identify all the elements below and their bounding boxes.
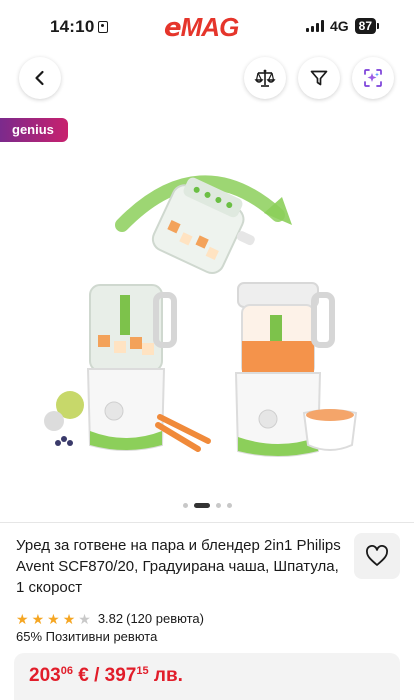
divider [0, 522, 414, 523]
star-icon: ★ [31, 610, 45, 627]
logo-mag: MAG [180, 12, 240, 42]
funnel-icon [310, 70, 328, 86]
compare-button[interactable] [244, 57, 286, 99]
price-bgn-dec: 15 [136, 665, 149, 677]
carousel-dot[interactable] [215, 503, 221, 508]
filter-button[interactable] [298, 57, 340, 99]
blender-left-graphic [44, 284, 211, 452]
product-title: Уред за готвене на пара и блендер 2in1 P… [16, 537, 341, 596]
back-button[interactable] [19, 57, 61, 99]
sparkle-icon [364, 69, 382, 87]
carousel-dot[interactable] [226, 503, 232, 508]
rating-value: 3.82 [97, 611, 124, 626]
network-label: 4G [329, 18, 349, 34]
product-illustration [44, 175, 358, 457]
price-eur-dec: 06 [60, 665, 73, 677]
product-image[interactable] [30, 155, 384, 475]
star-icon: ★ [62, 610, 76, 627]
carousel-dot-active[interactable] [193, 503, 210, 508]
review-count: (120 ревюта) [126, 611, 204, 626]
battery-icon: 87 [354, 18, 380, 34]
status-bar: 14:10 eMAG 4G 87 [0, 0, 414, 54]
star-icon: ★ [47, 610, 60, 627]
signal-icon [305, 20, 324, 32]
chevron-left-icon [35, 70, 44, 86]
logo-e: e [164, 13, 182, 43]
time-text: 14:10 [50, 17, 95, 36]
rating-row[interactable]: ★ ★ ★ ★ ★ 3.82 (120 ревюта) [16, 611, 204, 626]
carousel-dot[interactable] [182, 503, 188, 508]
ai-assistant-button[interactable] [352, 57, 394, 99]
heart-icon [366, 545, 388, 566]
star-icon: ★ [78, 610, 91, 627]
blender-right-graphic [234, 282, 358, 457]
positive-reviews: 65% Позитивни ревюта [16, 629, 158, 644]
price-bgn-int: 397 [104, 665, 137, 686]
star-icon: ★ [16, 610, 29, 627]
price: 20306 € / 39715 лв. [29, 665, 183, 687]
favorite-button[interactable] [354, 533, 400, 579]
id-card-icon [98, 21, 109, 33]
price-eur-symbol: € / [78, 665, 100, 686]
genius-badge: genius [0, 118, 68, 142]
price-eur-int: 203 [29, 665, 61, 686]
status-time: 14:10 [50, 17, 109, 37]
status-indicators: 4G 87 [305, 18, 380, 34]
carousel-indicator[interactable] [0, 503, 414, 508]
scale-icon [254, 69, 276, 87]
price-bgn-symbol: лв. [153, 665, 183, 686]
emag-logo: eMAG [164, 12, 240, 43]
price-box: 20306 € / 39715 лв. [14, 653, 400, 700]
